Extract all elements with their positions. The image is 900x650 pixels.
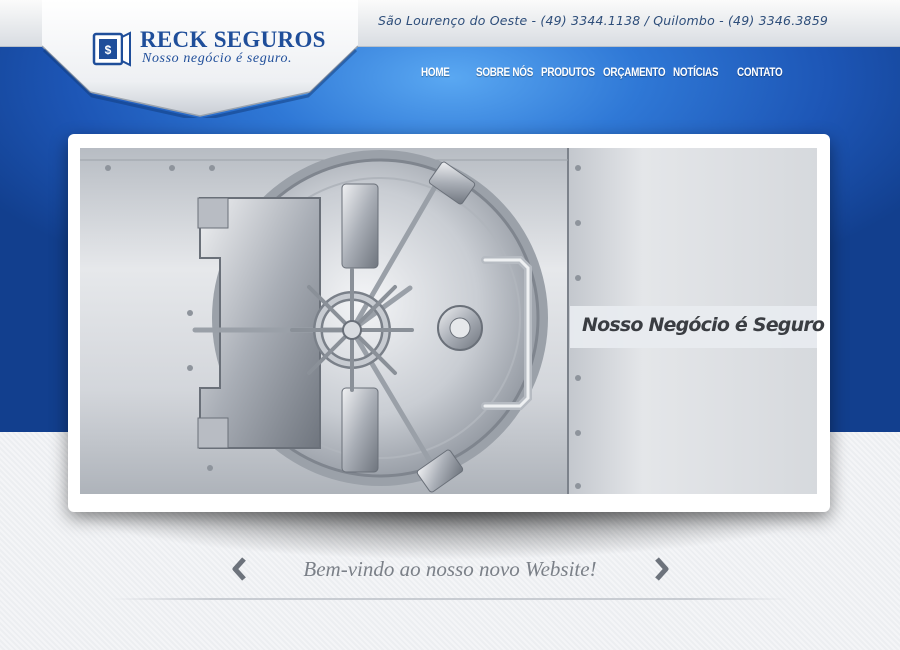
nav-sobre-nos[interactable]: SOBRE NÓS: [476, 67, 533, 79]
nav-noticias[interactable]: NOTÍCIAS: [673, 67, 718, 79]
contact-phones: São Lourenço do Oeste - (49) 3344.1138 /…: [377, 13, 828, 28]
nav-contato[interactable]: CONTATO: [737, 67, 783, 79]
brand-slogan: Nosso negócio é seguro.: [142, 51, 293, 66]
chevron-left-icon[interactable]: [229, 556, 249, 582]
divider: [110, 598, 790, 600]
nav-produtos[interactable]: PRODUTOS: [541, 67, 595, 79]
slide-caption: Nosso Negócio é Seguro: [582, 314, 825, 336]
nav-home[interactable]: HOME: [421, 67, 450, 79]
brand-name: RECK SEGUROS: [140, 27, 326, 52]
svg-text:$: $: [105, 43, 112, 57]
chevron-right-icon[interactable]: [652, 556, 672, 582]
welcome-message: Bem-vindo ao nosso novo Website!: [303, 557, 597, 581]
safe-icon: $: [92, 31, 131, 67]
nav-orcamento[interactable]: ORÇAMENTO: [603, 67, 666, 79]
